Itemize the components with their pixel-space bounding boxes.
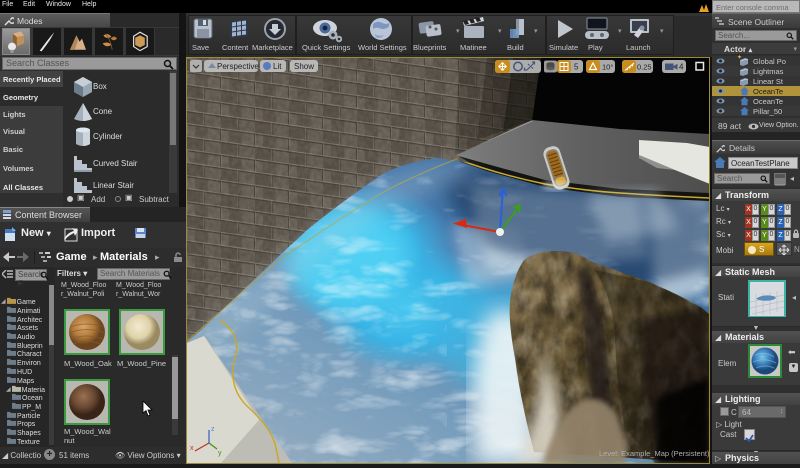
svg-text:y: y — [218, 450, 222, 457]
svg-text:Show: Show — [294, 62, 314, 71]
svg-text:z: z — [211, 426, 215, 433]
svg-text:0.25: 0.25 — [637, 63, 652, 72]
svg-text:x: x — [190, 445, 194, 452]
svg-text:Level: Example_Map (Persisten: Level: Example_Map (Persistent) — [599, 449, 709, 458]
svg-text:Perspective: Perspective — [217, 62, 259, 71]
svg-text:5: 5 — [574, 63, 579, 72]
svg-text:4: 4 — [679, 63, 684, 72]
svg-text:Lit: Lit — [273, 62, 282, 71]
svg-text:10°: 10° — [602, 63, 613, 72]
